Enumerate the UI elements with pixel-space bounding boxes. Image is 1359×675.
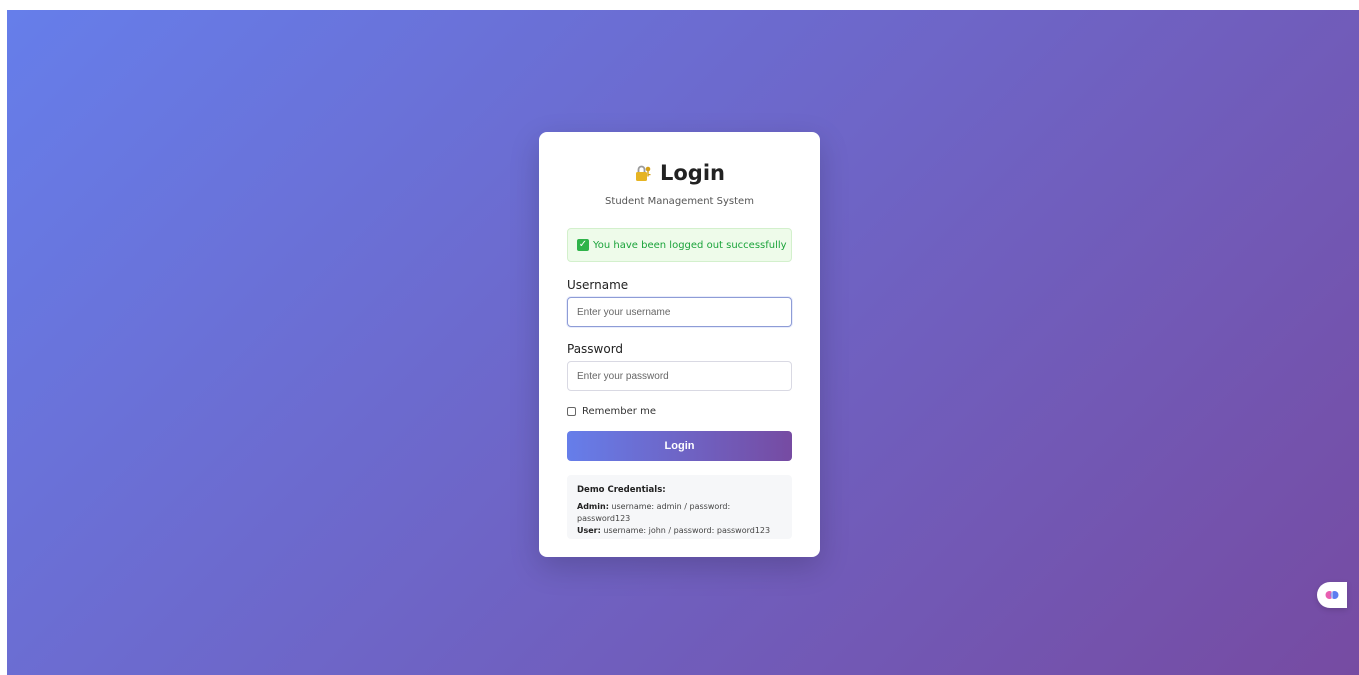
remember-me[interactable]: Remember me	[567, 404, 792, 418]
page-title: Login	[567, 160, 792, 186]
remember-me-checkbox[interactable]	[567, 406, 576, 416]
username-label: Username	[567, 278, 629, 292]
lock-key-icon	[636, 165, 651, 181]
password-input[interactable]	[567, 361, 792, 391]
demo-user-line: User: username: john / password: passwor…	[577, 525, 782, 537]
remember-me-label: Remember me	[582, 405, 656, 417]
username-input[interactable]	[567, 297, 792, 327]
demo-user-text: username: john / password: password123	[600, 526, 771, 535]
brain-icon	[1325, 591, 1339, 599]
demo-user-prefix: User:	[577, 526, 601, 535]
check-icon: ✓	[577, 239, 589, 251]
demo-admin-prefix: Admin:	[577, 502, 609, 511]
demo-admin-line: Admin: username: admin / password: passw…	[577, 501, 782, 525]
page-subtitle: Student Management System	[605, 196, 754, 207]
login-button[interactable]: Login	[567, 431, 792, 461]
alert-message: You have been logged out successfully	[593, 239, 787, 251]
login-card: Login Student Management System ✓ You ha…	[539, 132, 820, 557]
page-background: Login Student Management System ✓ You ha…	[7, 10, 1359, 675]
demo-credentials-title: Demo Credentials:	[577, 485, 666, 495]
title-text: Login	[660, 161, 725, 185]
assistant-widget-button[interactable]	[1317, 582, 1347, 608]
demo-credentials-box: Demo Credentials: Admin: username: admin…	[567, 475, 792, 539]
logout-success-alert: ✓ You have been logged out successfully	[567, 228, 792, 262]
password-label: Password	[567, 342, 624, 356]
